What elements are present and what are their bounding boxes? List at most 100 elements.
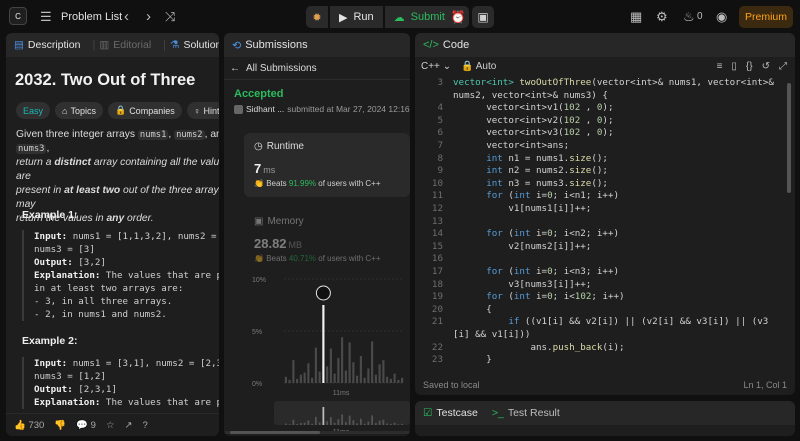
histogram-bar[interactable] [299,374,302,383]
histogram-bar[interactable] [401,377,404,383]
like-button[interactable]: 👍 730 [14,420,44,431]
histogram-bar[interactable] [344,370,347,383]
layout-grid-icon[interactable]: ▦ [630,9,642,25]
star-icon[interactable]: ☆ [106,420,115,431]
code-panel: </> Code C++ ⌄ 🔒 Auto ≡ ▯ {} ↺ ⤢ 3 vector… [415,33,795,395]
gear-icon[interactable]: ⚙ [656,9,668,25]
tab-solutions[interactable]: ⚗ Solutions [170,39,219,51]
histogram-bar[interactable] [386,376,389,383]
share-icon[interactable]: ↗ [124,420,132,431]
histogram-bar[interactable] [296,378,299,383]
chip-icon: ▣ [254,216,264,227]
histogram-bar[interactable] [292,360,295,383]
overview-bar [356,423,358,425]
histogram-bar[interactable] [333,373,336,383]
language-select[interactable]: C++ ⌄ [421,61,451,72]
histogram-bar[interactable] [341,337,344,383]
line-number: 22 [431,341,443,353]
chevron-left-icon[interactable]: ‹ [124,8,129,25]
tab-testcase[interactable]: ☑ Testcase [423,407,478,419]
memory-card[interactable]: ▣ Memory 28.82 MB 👏 Beats 40.71% of users … [244,208,410,268]
checkbox-icon: ☑ [423,407,433,419]
code-line: for (int i=0; i<n2; i++) [453,228,620,240]
histogram-bar[interactable] [303,372,306,383]
histogram-bar[interactable] [382,360,385,383]
hint-chip[interactable]: ♀ Hint [186,102,219,119]
histogram-bar[interactable] [337,358,340,383]
histogram-bar[interactable] [359,355,362,383]
mode-select[interactable]: 🔒 Auto [461,61,496,72]
overview-bar [318,422,321,425]
line-number: 13 [431,215,443,227]
dislike-button[interactable]: 👎 [54,420,66,431]
all-submissions-link[interactable]: ← All Submissions [230,59,317,77]
code-editor[interactable]: 3 vector<int> twoOutOfThree(vector<int>& … [415,75,795,375]
tab-description[interactable]: ▤ Description [14,39,80,51]
arrow-left-icon: ← [230,62,240,74]
histogram-bar[interactable] [314,347,317,383]
debug-button[interactable]: ✹ [306,6,328,28]
histogram-bar[interactable] [356,375,359,383]
code-icon: </> [423,39,439,51]
cloud-upload-icon: ☁ [393,11,405,24]
bookmark-icon[interactable]: ▯ [731,61,737,72]
lightbulb-icon: ♀ [193,105,201,116]
histogram-bar[interactable] [352,362,355,383]
history-icon: ⟲ [232,39,242,52]
histogram-bar[interactable] [307,363,310,383]
histogram-bar[interactable] [371,341,374,383]
fire-icon[interactable]: ♨ [683,9,695,25]
overview-bar [393,422,396,425]
histogram-bar[interactable] [311,377,314,383]
histogram-bar[interactable] [393,373,396,383]
histogram-bar[interactable] [367,368,370,383]
reset-icon[interactable]: ↺ [762,61,770,72]
leetcode-logo[interactable]: C [9,7,27,25]
histogram-bar[interactable] [348,342,351,383]
run-button[interactable]: ▶ Run [330,6,383,28]
histogram-bar[interactable] [284,376,287,383]
avatar[interactable]: ◉ [716,9,727,25]
line-number: 8 [437,152,443,164]
list-icon[interactable]: ☰ [40,9,52,25]
tab-test-result[interactable]: >_ Test Result [492,407,560,419]
histogram-bar[interactable] [374,374,377,383]
histogram-bar[interactable] [318,371,321,383]
histogram-bar[interactable] [397,379,400,383]
difficulty-badge: Easy [16,102,51,119]
shuffle-icon[interactable]: ⤨ [165,9,175,25]
overview-bar [296,424,298,425]
line-number: 12 [431,203,443,214]
histogram-bar[interactable] [288,379,291,383]
overview-bar [322,407,325,425]
help-icon[interactable]: ? [142,420,147,431]
topics-chip[interactable]: ⌂ Topics [55,102,103,119]
runtime-card[interactable]: ◷ Runtime 7 ms 👏 Beats 91.99% of users wit… [244,133,410,197]
editor-scrollbar[interactable] [787,83,791,193]
histogram-bar[interactable] [326,366,329,383]
overview-bar [285,423,287,425]
format-icon[interactable]: ≡ [717,61,723,72]
notes-button[interactable]: ▣ [472,6,494,28]
fullscreen-icon[interactable]: ⤢ [779,61,787,72]
problem-list-link[interactable]: Problem List [61,11,122,23]
companies-chip[interactable]: 🔒 Companies [107,102,182,119]
runtime-distribution-chart[interactable]: 10%5%0%11ms11ms [244,271,410,436]
scrollbar-thumb[interactable] [230,431,320,434]
line-number: 7 [437,140,443,151]
histogram-bar-current[interactable] [322,305,325,383]
timer-button[interactable]: ⏰ [447,6,469,28]
histogram-bar[interactable] [389,378,392,383]
chevron-right-icon[interactable]: › [146,8,151,25]
comments-button[interactable]: 💬 9 [76,420,96,431]
histogram-bar[interactable] [329,348,332,383]
histogram-bar[interactable] [363,377,366,383]
submit-button[interactable]: ☁ Submit [384,6,454,28]
braces-icon[interactable]: {} [746,61,753,72]
example-1-box: Input: nums1 = [1,1,3,2], nums2 = [2,3],… [22,230,219,321]
histogram-bar[interactable] [378,364,381,383]
lock-icon: 🔒 [114,105,127,115]
overview-bar [345,422,347,425]
tab-editorial[interactable]: ▥ Editorial [99,39,151,51]
premium-button[interactable]: Premium [739,6,793,28]
